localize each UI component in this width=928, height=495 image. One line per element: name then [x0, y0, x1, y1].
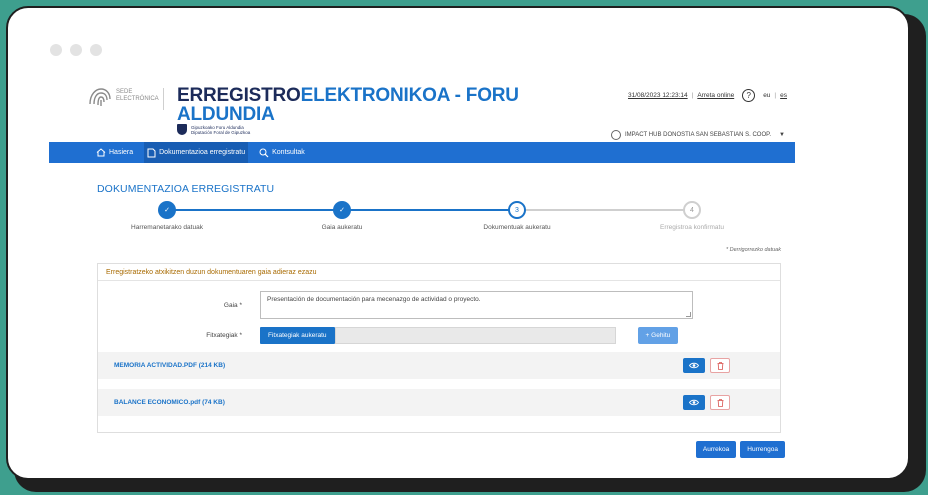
panel-title: Erregistratzeko atxikitzen duzun dokumen… — [98, 264, 780, 281]
check-icon: ✓ — [158, 201, 176, 219]
window-dot-close[interactable] — [50, 44, 62, 56]
sede-text-line-2: ELECTRÓNICA — [116, 96, 159, 102]
app-window: SEDE ELECTRÓNICA ERREGISTROELEKTRONIKOA … — [49, 78, 795, 473]
gaia-textarea[interactable]: Presentación de documentación para mecen… — [260, 291, 693, 319]
title-part-2: ELEKTRONIKOA - FORU — [300, 85, 519, 106]
next-button[interactable]: Hurrengoa — [740, 441, 785, 458]
required-note: * Derrigorrezko datuak — [725, 247, 781, 253]
document-icon — [147, 148, 156, 157]
title-line-2: ALDUNDIA — [177, 104, 275, 125]
dip-text-1: Gipuzkoako Foru Aldundia — [191, 124, 244, 130]
nav-item-kontsultak[interactable]: Kontsultak — [256, 142, 308, 163]
step-2: ✓ Gaia aukeratu — [272, 201, 412, 231]
step-label: Harremanetarako datuak — [131, 224, 203, 231]
file-name-link[interactable]: MEMORIA ACTIVIDAD.PDF (214 KB) — [114, 362, 683, 369]
resize-handle-icon[interactable] — [686, 312, 691, 317]
step-label: Erregistroa konfirmatu — [660, 224, 724, 231]
file-name-link[interactable]: BALANCE ECONOMICO.pdf (74 KB) — [114, 399, 683, 406]
window-controls — [50, 44, 102, 56]
nav-item-hasiera[interactable]: Hasiera — [93, 142, 136, 163]
files-row: Fitxategiak * Fitxategiak aukeratu + Geh… — [98, 327, 679, 344]
nav-item-label: Hasiera — [109, 149, 134, 156]
logo-separator — [163, 88, 164, 110]
window-dot-minimize[interactable] — [70, 44, 82, 56]
file-item: MEMORIA ACTIVIDAD.PDF (214 KB) — [98, 352, 780, 379]
file-item: BALANCE ECONOMICO.pdf (74 KB) — [98, 389, 780, 416]
step-navigation: Aurrekoa Hurrengoa — [695, 441, 785, 458]
sede-text-line-1: SEDE — [116, 89, 133, 95]
step-4: 4 Erregistroa konfirmatu — [622, 201, 762, 231]
site-title: ERREGISTROELEKTRONIKOA - FORU ALDUNDIA — [177, 86, 519, 124]
user-icon — [611, 130, 621, 140]
search-icon — [259, 148, 269, 157]
shield-icon — [177, 124, 187, 135]
header-toolbar: 31/08/2023 12:23:14 | Arreta online ? eu… — [627, 89, 787, 102]
step-number: 3 — [508, 201, 526, 219]
delete-file-button[interactable] — [710, 358, 730, 373]
step-label: Gaia aukeratu — [321, 224, 363, 231]
add-file-button[interactable]: + Gehitu — [637, 327, 679, 344]
lang-eu-link[interactable]: eu — [763, 92, 770, 99]
progress-stepper: ✓ Harremanetarako datuak ✓ Gaia aukeratu… — [97, 198, 787, 236]
online-service-link[interactable]: Arreta online — [697, 92, 734, 99]
main-nav: Hasiera Dokumentazioa erregistratu Konts… — [49, 142, 795, 163]
trash-icon — [717, 398, 723, 407]
page-title: DOKUMENTAZIOA ERREGISTRATU — [97, 183, 275, 195]
fingerprint-icon — [89, 88, 111, 106]
eye-icon — [689, 399, 699, 406]
step-number: 4 — [683, 201, 701, 219]
gaia-row: Gaia * Presentación de documentación par… — [98, 291, 693, 319]
caret-down-icon: ▼ — [779, 132, 785, 138]
lang-es-link[interactable]: es — [780, 92, 787, 99]
trash-icon — [717, 361, 723, 370]
nav-item-label: Dokumentazioa erregistratu — [159, 149, 246, 156]
diputacion-logo: Gipuzkoako Foru Aldundia Diputación Fora… — [177, 124, 250, 135]
view-file-button[interactable] — [683, 358, 705, 373]
nav-item-label: Kontsultak — [272, 149, 305, 156]
user-menu[interactable]: IMPACT HUB DONOSTIA SAN SEBASTIAN S. COO… — [611, 130, 785, 140]
dip-text-2: Diputación Foral de Gipuzkoa — [191, 129, 251, 135]
window-dot-maximize[interactable] — [90, 44, 102, 56]
document-panel: Erregistratzeko atxikitzen duzun dokumen… — [97, 263, 781, 433]
gaia-value: Presentación de documentación para mecen… — [267, 296, 481, 303]
home-icon — [96, 148, 106, 157]
title-part-1: ERREGISTRO — [177, 85, 301, 106]
delete-file-button[interactable] — [710, 395, 730, 410]
step-1: ✓ Harremanetarako datuak — [97, 201, 237, 231]
help-icon[interactable]: ? — [742, 89, 756, 102]
view-file-button[interactable] — [683, 395, 705, 410]
site-header: SEDE ELECTRÓNICA ERREGISTROELEKTRONIKOA … — [49, 78, 795, 142]
step-label: Dokumentuak aukeratu — [483, 224, 551, 231]
sede-logo[interactable]: SEDE ELECTRÓNICA — [87, 86, 159, 108]
back-button[interactable]: Aurrekoa — [695, 441, 737, 458]
user-name: IMPACT HUB DONOSTIA SAN SEBASTIAN S. COO… — [625, 132, 772, 138]
gaia-label: Gaia * — [223, 301, 242, 309]
file-path-field[interactable] — [334, 327, 616, 344]
step-3: 3 Dokumentuak aukeratu — [447, 201, 587, 231]
browser-frame: SEDE ELECTRÓNICA ERREGISTROELEKTRONIKOA … — [6, 6, 910, 480]
nav-item-dokumentazioa[interactable]: Dokumentazioa erregistratu — [144, 142, 249, 163]
datetime: 31/08/2023 12:23:14 — [627, 92, 688, 99]
choose-files-button[interactable]: Fitxategiak aukeratu — [260, 327, 335, 344]
eye-icon — [689, 362, 699, 369]
files-label: Fitxategiak * — [206, 332, 242, 339]
check-icon: ✓ — [333, 201, 351, 219]
